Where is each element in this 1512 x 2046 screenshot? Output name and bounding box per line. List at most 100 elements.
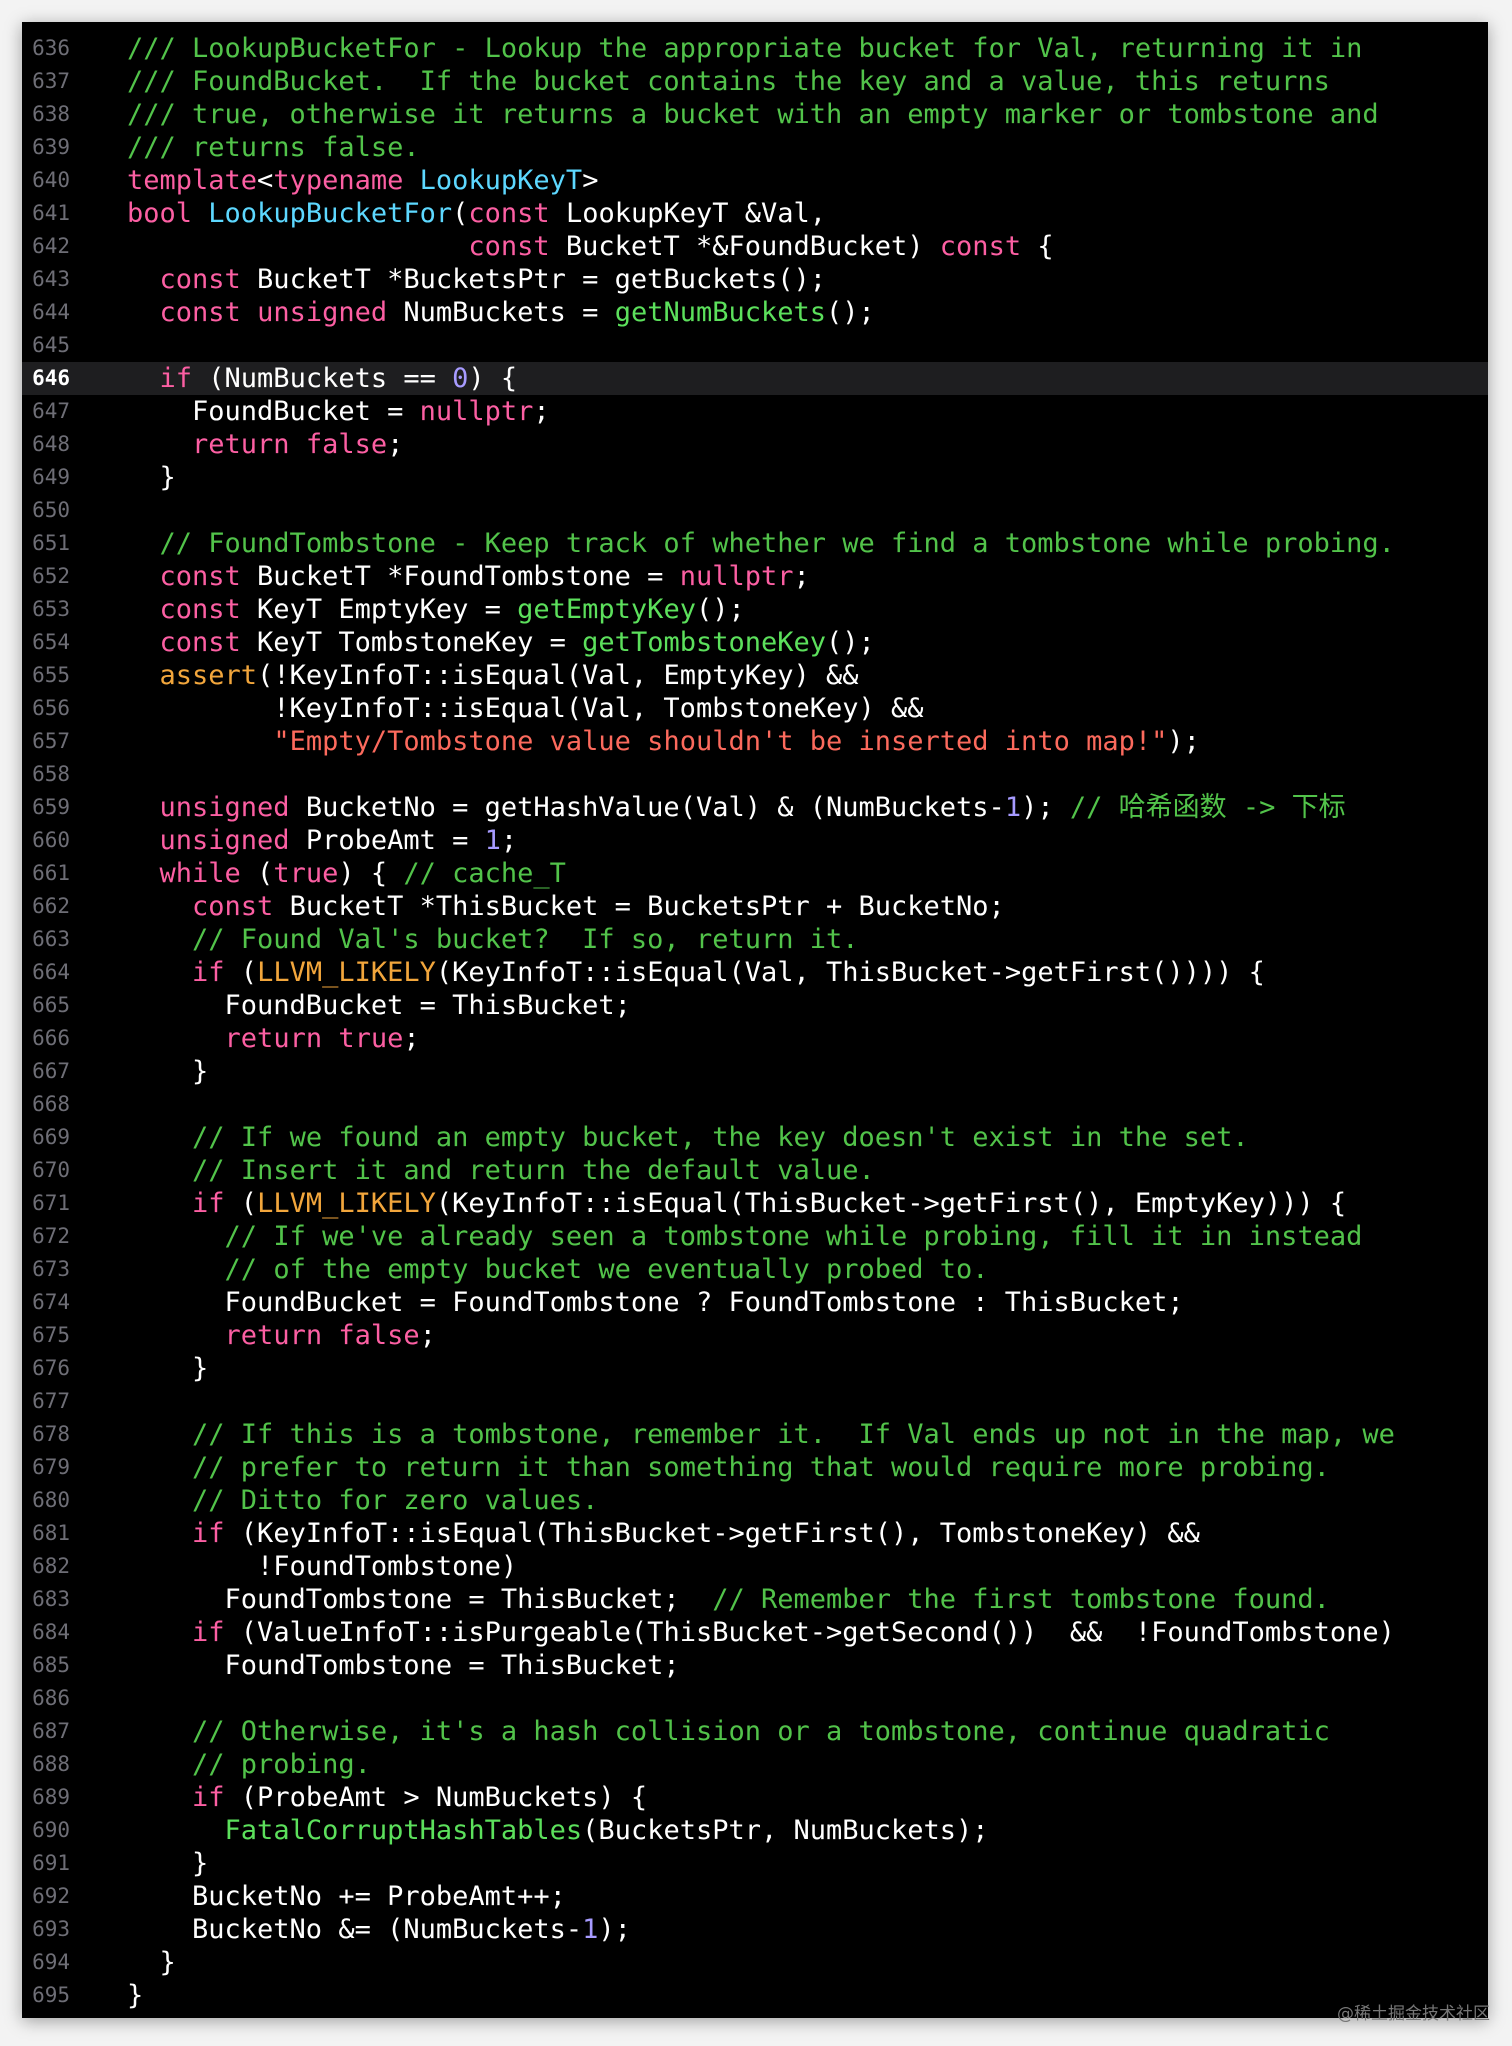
code-line[interactable]: 690 FatalCorruptHashTables(BucketsPtr, N… bbox=[22, 1814, 1488, 1847]
code-line[interactable]: 659 unsigned BucketNo = getHashValue(Val… bbox=[22, 791, 1488, 824]
line-number: 695 bbox=[32, 1983, 70, 2007]
code-line[interactable]: 692 BucketNo += ProbeAmt++; bbox=[22, 1880, 1488, 1913]
line-number: 641 bbox=[32, 201, 70, 225]
code-line[interactable]: 691 } bbox=[22, 1847, 1488, 1880]
code-line[interactable]: 638 /// true, otherwise it returns a buck… bbox=[22, 98, 1488, 131]
code-line[interactable]: 685 FoundTombstone = ThisBucket; bbox=[22, 1649, 1488, 1682]
code-line[interactable]: 695} bbox=[22, 1979, 1488, 2012]
code-line[interactable]: 681 if (KeyInfoT::isEqual(ThisBucket->ge… bbox=[22, 1517, 1488, 1550]
code-line[interactable]: 639 /// returns false. bbox=[22, 131, 1488, 164]
code-line[interactable]: 686 bbox=[22, 1682, 1488, 1715]
code-line[interactable]: 680 // Ditto for zero values. bbox=[22, 1484, 1488, 1517]
line-number: 659 bbox=[32, 795, 70, 819]
code-line[interactable]: 644 const unsigned NumBuckets = getNumBu… bbox=[22, 296, 1488, 329]
line-number: 646 bbox=[32, 366, 70, 390]
line-text: template<typename LookupKeyT> bbox=[127, 164, 598, 197]
code-area[interactable]: 636 /// LookupBucketFor - Lookup the appr… bbox=[22, 32, 1488, 2012]
line-text: FoundBucket = ThisBucket; bbox=[127, 989, 631, 1022]
code-line[interactable]: 654 const KeyT TombstoneKey = getTombsto… bbox=[22, 626, 1488, 659]
code-line[interactable]: 645 bbox=[22, 329, 1488, 362]
code-line[interactable]: 636 /// LookupBucketFor - Lookup the appr… bbox=[22, 32, 1488, 65]
code-line[interactable]: 637 /// FoundBucket. If the bucket contai… bbox=[22, 65, 1488, 98]
code-token: FoundBucket = ThisBucket; bbox=[127, 990, 631, 1021]
line-text: // If we've already seen a tombstone whi… bbox=[127, 1220, 1363, 1253]
line-number: 660 bbox=[32, 828, 70, 852]
code-line[interactable]: 640 template<typename LookupKeyT> bbox=[22, 164, 1488, 197]
code-line[interactable]: 665 FoundBucket = ThisBucket; bbox=[22, 989, 1488, 1022]
code-line[interactable]: 667 } bbox=[22, 1055, 1488, 1088]
code-line[interactable]: 655 assert(!KeyInfoT::isEqual(Val, Empty… bbox=[22, 659, 1488, 692]
code-line[interactable]: 684 if (ValueInfoT::isPurgeable(ThisBuck… bbox=[22, 1616, 1488, 1649]
code-line[interactable]: 650 bbox=[22, 494, 1488, 527]
code-token: ) { bbox=[338, 858, 404, 889]
line-number: 639 bbox=[32, 135, 70, 159]
code-line[interactable]: 674 FoundBucket = FoundTombstone ? Found… bbox=[22, 1286, 1488, 1319]
line-number: 683 bbox=[32, 1587, 70, 1611]
line-number: 689 bbox=[32, 1785, 70, 1809]
code-line[interactable]: 677 bbox=[22, 1385, 1488, 1418]
code-line[interactable]: 689 if (ProbeAmt > NumBuckets) { bbox=[22, 1781, 1488, 1814]
code-line[interactable]: 647 FoundBucket = nullptr; bbox=[22, 395, 1488, 428]
line-number: 649 bbox=[32, 465, 70, 489]
code-line[interactable]: 657 "Empty/Tombstone value shouldn't be … bbox=[22, 725, 1488, 758]
code-line[interactable]: 652 const BucketT *FoundTombstone = null… bbox=[22, 560, 1488, 593]
line-number: 681 bbox=[32, 1521, 70, 1545]
code-line[interactable]: 643 const BucketT *BucketsPtr = getBucke… bbox=[22, 263, 1488, 296]
code-line[interactable]: 651 // FoundTombstone - Keep track of wh… bbox=[22, 527, 1488, 560]
code-token: BucketT *BucketsPtr = getBuckets(); bbox=[240, 264, 826, 295]
line-number: 691 bbox=[32, 1851, 70, 1875]
code-line[interactable]: 658 bbox=[22, 758, 1488, 791]
code-line[interactable]: 693 BucketNo &= (NumBuckets-1); bbox=[22, 1913, 1488, 1946]
line-text: // Ditto for zero values. bbox=[127, 1484, 598, 1517]
code-line[interactable]: 656 !KeyInfoT::isEqual(Val, TombstoneKey… bbox=[22, 692, 1488, 725]
code-line[interactable]: 666 return true; bbox=[22, 1022, 1488, 1055]
code-line[interactable]: 678 // If this is a tombstone, remember … bbox=[22, 1418, 1488, 1451]
code-line[interactable]: 653 const KeyT EmptyKey = getEmptyKey(); bbox=[22, 593, 1488, 626]
code-token: KeyT TombstoneKey = bbox=[240, 627, 583, 658]
code-line[interactable]: 642 const BucketT *&FoundBucket) const { bbox=[22, 230, 1488, 263]
code-token: (); bbox=[695, 594, 745, 625]
code-token: !FoundTombstone) bbox=[127, 1551, 518, 1582]
code-token: FoundBucket = FoundTombstone ? FoundTomb… bbox=[127, 1287, 1184, 1318]
line-number: 638 bbox=[32, 102, 70, 126]
code-line[interactable]: 662 const BucketT *ThisBucket = BucketsP… bbox=[22, 890, 1488, 923]
code-line[interactable]: 646 if (NumBuckets == 0) { bbox=[22, 362, 1488, 395]
code-token: while bbox=[159, 858, 241, 889]
line-number: 676 bbox=[32, 1356, 70, 1380]
code-line[interactable]: 688 // probing. bbox=[22, 1748, 1488, 1781]
code-line[interactable]: 661 while (true) { // cache_T bbox=[22, 857, 1488, 890]
code-line[interactable]: 671 if (LLVM_LIKELY(KeyInfoT::isEqual(Th… bbox=[22, 1187, 1488, 1220]
line-number: 677 bbox=[32, 1389, 70, 1413]
code-line[interactable]: 641 bool LookupBucketFor(const LookupKeyT… bbox=[22, 197, 1488, 230]
line-number: 662 bbox=[32, 894, 70, 918]
code-line[interactable]: 676 } bbox=[22, 1352, 1488, 1385]
code-line[interactable]: 675 return false; bbox=[22, 1319, 1488, 1352]
code-line[interactable]: 682 !FoundTombstone) bbox=[22, 1550, 1488, 1583]
code-token: typename bbox=[273, 165, 404, 196]
code-line[interactable]: 673 // of the empty bucket we eventually… bbox=[22, 1253, 1488, 1286]
code-line[interactable]: 649 } bbox=[22, 461, 1488, 494]
code-line[interactable]: 672 // If we've already seen a tombstone… bbox=[22, 1220, 1488, 1253]
code-line[interactable]: 660 unsigned ProbeAmt = 1; bbox=[22, 824, 1488, 857]
line-text: BucketNo &= (NumBuckets-1); bbox=[127, 1913, 631, 1946]
code-token: ; bbox=[500, 825, 518, 856]
code-line[interactable]: 669 // If we found an empty bucket, the … bbox=[22, 1121, 1488, 1154]
code-line[interactable]: 668 bbox=[22, 1088, 1488, 1121]
code-line[interactable]: 694 } bbox=[22, 1946, 1488, 1979]
code-line[interactable]: 679 // prefer to return it than somethin… bbox=[22, 1451, 1488, 1484]
line-text: // probing. bbox=[127, 1748, 371, 1781]
code-line[interactable]: 687 // Otherwise, it's a hash collision … bbox=[22, 1715, 1488, 1748]
code-token: } bbox=[127, 1848, 209, 1879]
code-line[interactable]: 663 // Found Val's bucket? If so, return… bbox=[22, 923, 1488, 956]
line-text: if (ValueInfoT::isPurgeable(ThisBucket->… bbox=[127, 1616, 1395, 1649]
line-number: 679 bbox=[32, 1455, 70, 1479]
code-token: /// FoundBucket. If the bucket contains … bbox=[127, 66, 1330, 97]
code-line[interactable]: 664 if (LLVM_LIKELY(KeyInfoT::isEqual(Va… bbox=[22, 956, 1488, 989]
code-line[interactable]: 670 // Insert it and return the default … bbox=[22, 1154, 1488, 1187]
code-line[interactable]: 683 FoundTombstone = ThisBucket; // Reme… bbox=[22, 1583, 1488, 1616]
code-line[interactable]: 648 return false; bbox=[22, 428, 1488, 461]
line-text: !FoundTombstone) bbox=[127, 1550, 517, 1583]
